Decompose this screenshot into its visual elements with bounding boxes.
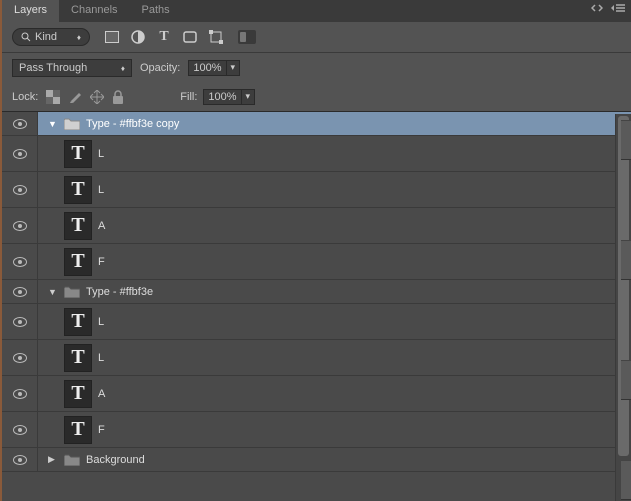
layers-panel: Layers Channels Paths Kind ♦ T (0, 0, 631, 501)
layer-type[interactable]: T F (2, 412, 631, 448)
folder-icon (64, 454, 80, 466)
filter-type-icon[interactable]: T (156, 29, 172, 45)
folder-icon (64, 118, 80, 130)
filter-pixel-icon[interactable] (104, 29, 120, 45)
collapse-icon[interactable] (591, 3, 603, 13)
visibility-toggle[interactable] (2, 376, 38, 411)
filter-kind-dropdown[interactable]: Kind ♦ (12, 28, 90, 46)
tab-paths[interactable]: Paths (130, 0, 182, 22)
visibility-toggle[interactable] (2, 448, 38, 471)
blend-mode-dropdown[interactable]: Pass Through ♦ (12, 59, 132, 77)
layer-name: Type - #ffbf3e (86, 286, 153, 298)
scrollbar-thumb[interactable] (618, 116, 629, 456)
eye-icon (13, 119, 27, 129)
fill-dropdown-arrow[interactable]: ▾ (241, 89, 256, 105)
visibility-toggle[interactable] (2, 280, 38, 303)
filter-row: Kind ♦ T (2, 22, 631, 53)
layer-name: L (98, 148, 104, 160)
layer-name: F (98, 256, 105, 268)
lock-paint-icon[interactable] (68, 90, 82, 104)
visibility-toggle[interactable] (2, 304, 38, 339)
type-layer-thumb: T (64, 140, 92, 168)
eye-icon (13, 149, 27, 159)
eye-icon (13, 221, 27, 231)
layer-name: L (98, 352, 104, 364)
layer-type[interactable]: T F (2, 244, 631, 280)
lock-transparency-icon[interactable] (46, 90, 60, 104)
visibility-toggle[interactable] (2, 340, 38, 375)
panel-dock-stub[interactable] (621, 360, 631, 400)
fill-label: Fill: (180, 91, 197, 103)
layer-name: L (98, 184, 104, 196)
visibility-toggle[interactable] (2, 172, 38, 207)
search-icon (21, 32, 31, 42)
visibility-toggle[interactable] (2, 412, 38, 447)
filter-shape-icon[interactable] (182, 29, 198, 45)
fill-value-input[interactable]: 100% (203, 89, 241, 105)
type-layer-thumb: T (64, 308, 92, 336)
layer-type[interactable]: T A (2, 376, 631, 412)
visibility-toggle[interactable] (2, 112, 38, 135)
filter-adjustment-icon[interactable] (130, 29, 146, 45)
layer-type[interactable]: T L (2, 136, 631, 172)
type-layer-thumb: T (64, 380, 92, 408)
disclosure-triangle[interactable]: ▼ (48, 287, 58, 297)
disclosure-triangle[interactable]: ▶ (48, 454, 58, 465)
layer-name: A (98, 388, 105, 400)
layer-group[interactable]: ▼ Type - #ffbf3e (2, 280, 631, 304)
panel-dock-stub[interactable] (621, 240, 631, 280)
type-layer-thumb: T (64, 176, 92, 204)
layer-type[interactable]: T L (2, 172, 631, 208)
layer-name: F (98, 424, 105, 436)
lock-all-icon[interactable] (112, 90, 124, 104)
panel-menu-icon[interactable] (611, 3, 625, 13)
eye-icon (13, 185, 27, 195)
layer-type[interactable]: T L (2, 304, 631, 340)
blend-mode-value: Pass Through (19, 62, 87, 74)
eye-icon (13, 287, 27, 297)
tab-channels[interactable]: Channels (59, 0, 129, 22)
panel-dock-stub[interactable] (621, 120, 631, 160)
visibility-toggle[interactable] (2, 136, 38, 171)
eye-icon (13, 389, 27, 399)
lock-row: Lock: Fill: 100% ▾ (2, 83, 631, 112)
eye-icon (13, 425, 27, 435)
eye-icon (13, 455, 27, 465)
filter-smart-icon[interactable] (208, 29, 224, 45)
opacity-dropdown-arrow[interactable]: ▾ (226, 60, 241, 76)
layer-name: L (98, 316, 104, 328)
layer-group[interactable]: ▼ Type - #ffbf3e copy (2, 112, 631, 136)
blend-row: Pass Through ♦ Opacity: 100% ▾ (2, 53, 631, 83)
layer-type[interactable]: T A (2, 208, 631, 244)
layer-name: Background (86, 454, 145, 466)
panel-tabs: Layers Channels Paths (2, 0, 631, 22)
panel-dock-stub[interactable] (621, 460, 631, 500)
opacity-value-input[interactable]: 100% (188, 60, 226, 76)
lock-position-icon[interactable] (90, 90, 104, 104)
eye-icon (13, 353, 27, 363)
disclosure-triangle[interactable]: ▼ (48, 119, 58, 129)
layer-name: A (98, 220, 105, 232)
layer-type[interactable]: T L (2, 340, 631, 376)
opacity-label: Opacity: (140, 62, 180, 74)
visibility-toggle[interactable] (2, 244, 38, 279)
tab-layers[interactable]: Layers (2, 0, 59, 22)
eye-icon (13, 257, 27, 267)
visibility-toggle[interactable] (2, 208, 38, 243)
eye-icon (13, 317, 27, 327)
layer-group[interactable]: ▶ Background (2, 448, 631, 472)
filter-kind-label: Kind (35, 31, 57, 43)
type-layer-thumb: T (64, 248, 92, 276)
folder-icon (64, 286, 80, 298)
type-layer-thumb: T (64, 212, 92, 240)
scrollbar[interactable] (615, 114, 631, 501)
filter-toggle-switch[interactable] (238, 30, 256, 44)
layers-list: ▼ Type - #ffbf3e copy T L T L T A (2, 112, 631, 501)
layer-name: Type - #ffbf3e copy (86, 118, 179, 130)
lock-label: Lock: (12, 91, 38, 103)
type-layer-thumb: T (64, 344, 92, 372)
type-layer-thumb: T (64, 416, 92, 444)
